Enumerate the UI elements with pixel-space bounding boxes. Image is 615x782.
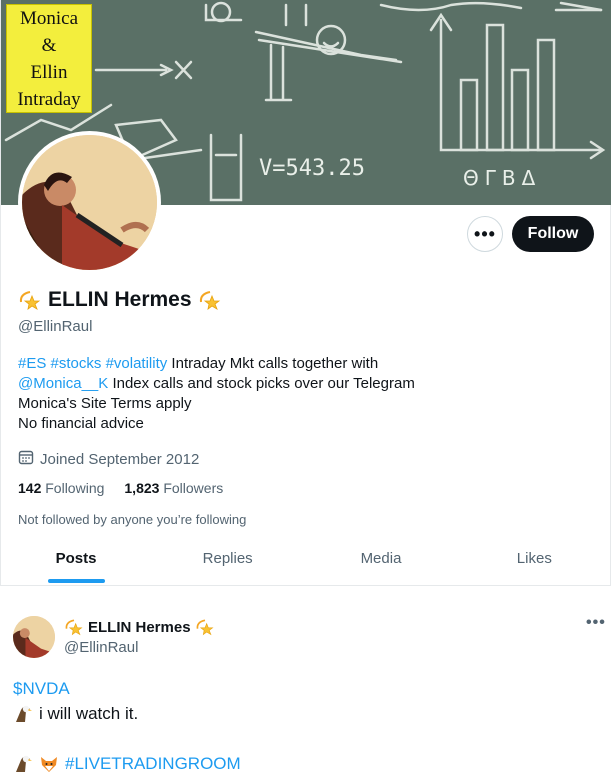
follow-button[interactable]: Follow: [512, 216, 594, 252]
joined-text: Joined September 2012: [40, 450, 200, 468]
dizzy-star-icon: [195, 617, 215, 637]
profile-avatar[interactable]: [18, 131, 161, 274]
dizzy-star-icon: [18, 288, 42, 312]
post-author-name[interactable]: ELLIN Hermes: [88, 619, 191, 636]
post-author-row: ELLIN Hermes: [64, 617, 215, 637]
hashtag-link[interactable]: #ES: [18, 355, 46, 372]
active-tab-indicator: [48, 579, 105, 583]
post-avatar[interactable]: [13, 616, 55, 658]
banner-title-line: &: [41, 35, 57, 56]
eagle-icon: [13, 754, 33, 774]
following-label: Following: [45, 480, 105, 496]
banner-title-box: Monica & Ellin Intraday: [6, 4, 92, 113]
tab-likes[interactable]: Likes: [458, 536, 611, 585]
display-name-row: ELLIN Hermes: [18, 288, 222, 312]
dizzy-star-icon: [198, 288, 222, 312]
post-item[interactable]: ELLIN Hermes @EllinRaul ••• $NVDA i will…: [0, 600, 615, 782]
profile-bio: #ES #stocks #volatility Intraday Mkt cal…: [18, 354, 578, 434]
banner-title-line: Intraday: [17, 89, 81, 110]
hashtag-link[interactable]: #stocks: [51, 355, 102, 372]
post-line: i will watch it.: [39, 704, 139, 723]
profile-card: V=543.25 ΘΓΒΔ Monica & Ellin Intraday ••…: [0, 0, 611, 586]
mention-link[interactable]: @Monica__K: [18, 375, 108, 392]
not-followed-note: Not followed by anyone you’re following: [18, 512, 247, 527]
joined-date: Joined September 2012: [18, 449, 199, 469]
post-author-handle[interactable]: @EllinRaul: [64, 639, 138, 656]
followers-count: 1,823: [124, 480, 160, 496]
profile-tabs: Posts Replies Media Likes: [1, 536, 611, 585]
hashtag-link[interactable]: #LIVETRADINGROOM: [65, 751, 241, 776]
tab-media[interactable]: Media: [304, 536, 457, 585]
fox-icon: [39, 754, 59, 774]
display-name: ELLIN Hermes: [48, 288, 192, 311]
avatar-image: [22, 135, 157, 270]
user-handle: @EllinRaul: [18, 318, 93, 335]
bio-text: Index calls and stock picks over our Tel…: [108, 375, 415, 392]
bio-text: Intraday Mkt calls together with: [167, 355, 379, 372]
banner-title-line: Monica: [19, 8, 79, 29]
tab-posts[interactable]: Posts: [1, 536, 151, 585]
hashtag-link[interactable]: #volatility: [106, 355, 168, 372]
tab-replies[interactable]: Replies: [151, 536, 304, 585]
followers-label: Followers: [163, 480, 224, 496]
followers-link[interactable]: 1,823 Followers: [124, 480, 223, 496]
post-text: $NVDA i will watch it. #LIVETRADINGROOM: [13, 676, 241, 776]
calendar-icon: [18, 449, 34, 469]
cashtag-link[interactable]: $NVDA: [13, 676, 70, 701]
eagle-icon: [13, 704, 33, 724]
chalk-equation: V=543.25: [259, 156, 365, 181]
follow-stats: 142 Following 1,823 Followers: [18, 480, 223, 496]
more-options-button[interactable]: •••: [467, 216, 503, 252]
bio-text: Monica's Site Terms apply: [18, 395, 192, 412]
following-count: 142: [18, 480, 42, 496]
following-link[interactable]: 142 Following: [18, 480, 104, 496]
bio-text: No financial advice: [18, 415, 144, 432]
dizzy-star-icon: [64, 617, 84, 637]
chalk-letters: ΘΓΒΔ: [463, 166, 541, 190]
post-more-button[interactable]: •••: [586, 614, 606, 632]
banner-title-line: Ellin: [30, 62, 68, 83]
